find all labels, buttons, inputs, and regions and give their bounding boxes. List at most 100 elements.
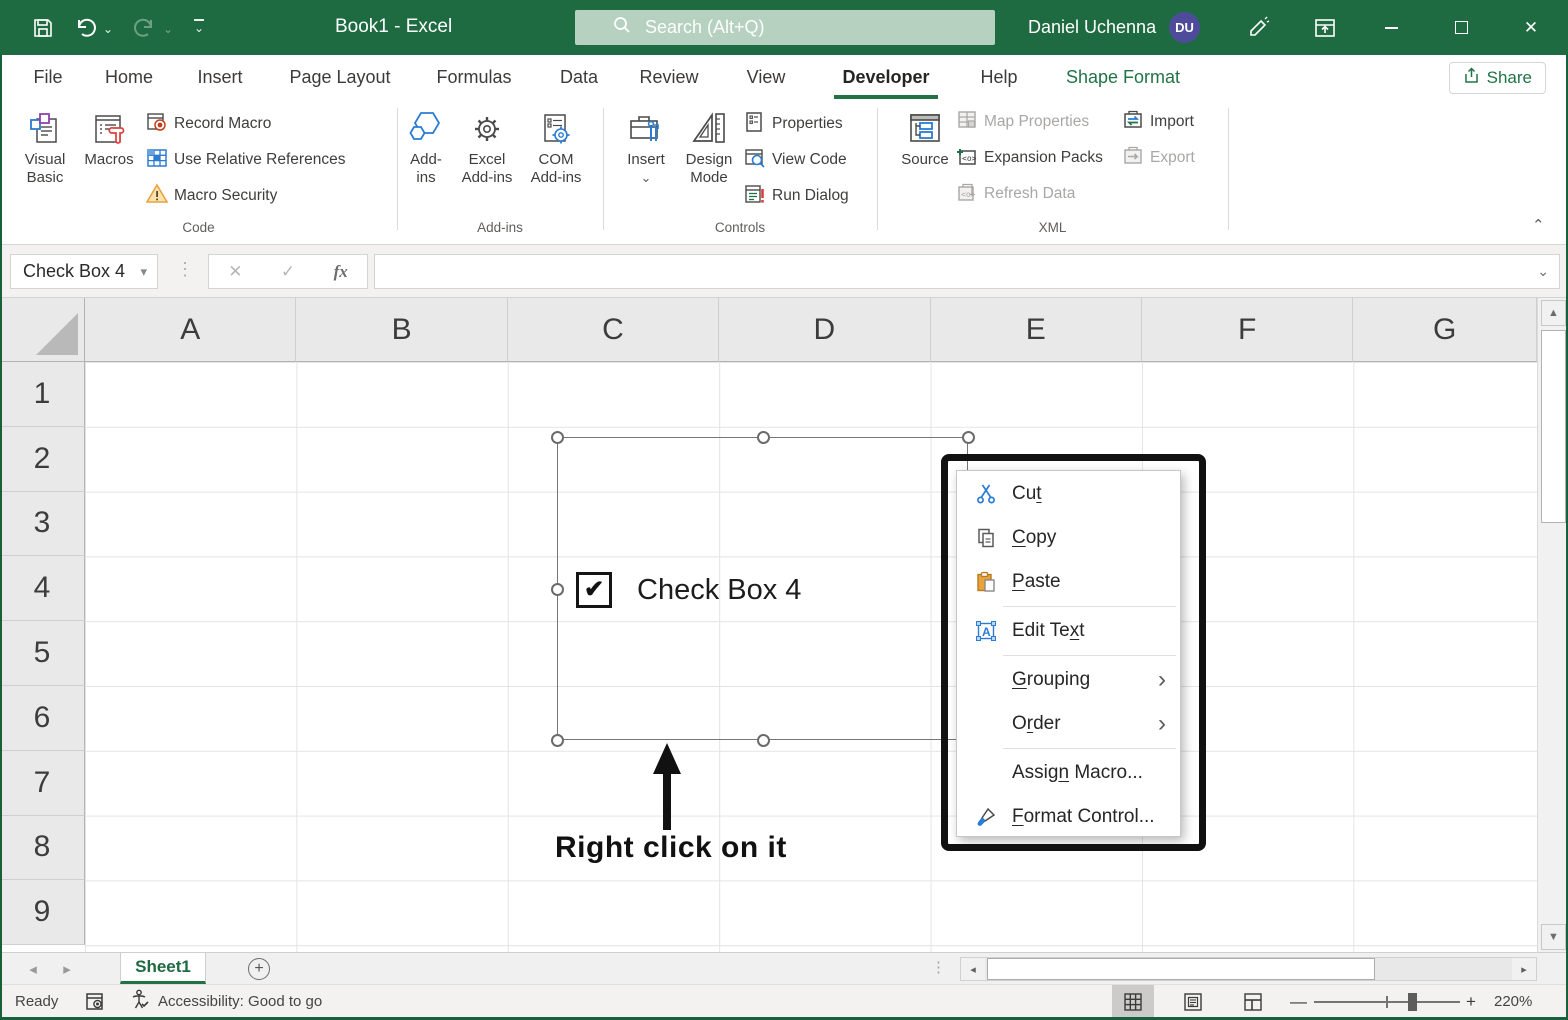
redo-dropdown-icon[interactable]: ⌄: [163, 22, 173, 36]
menu-item-order[interactable]: Order ›: [957, 702, 1180, 746]
row-header-7[interactable]: 7: [0, 750, 85, 816]
scroll-right-icon[interactable]: ▸: [1512, 958, 1536, 980]
selection-handle-bottom-middle[interactable]: [756, 733, 770, 747]
tab-view[interactable]: View: [738, 55, 794, 100]
selection-handle-top-left[interactable]: [550, 430, 564, 444]
selection-handle-bottom-left[interactable]: [550, 733, 564, 747]
zoom-level[interactable]: 220%: [1494, 985, 1532, 1018]
tab-bar-grip-icon[interactable]: ⋮: [931, 958, 946, 976]
column-header-d[interactable]: D: [719, 298, 931, 362]
menu-item-cut[interactable]: Cut: [957, 472, 1180, 516]
column-header-b[interactable]: B: [296, 298, 508, 362]
zoom-out-icon[interactable]: —: [1290, 985, 1307, 1018]
menu-item-copy[interactable]: Copy: [957, 516, 1180, 560]
horizontal-scrollbar[interactable]: ◂ ▸: [960, 957, 1537, 981]
selection-handle-top-right[interactable]: [961, 430, 975, 444]
tab-developer[interactable]: Developer: [828, 55, 944, 100]
zoom-slider-thumb[interactable]: [1408, 993, 1417, 1011]
coming-soon-icon[interactable]: [1243, 13, 1273, 43]
macro-recording-icon[interactable]: [85, 985, 106, 1018]
view-code-button[interactable]: View Code: [744, 144, 847, 176]
row-header-6[interactable]: 6: [0, 685, 85, 751]
scroll-left-icon[interactable]: ◂: [961, 958, 985, 980]
checkbox-label[interactable]: Check Box 4: [637, 574, 801, 607]
column-header-a[interactable]: A: [85, 298, 297, 362]
properties-button[interactable]: Properties: [744, 108, 843, 140]
accessibility-status[interactable]: Accessibility: Good to go: [130, 985, 322, 1018]
macro-security-button[interactable]: Macro Security: [145, 180, 277, 212]
column-header-f[interactable]: F: [1141, 298, 1354, 362]
row-header-2[interactable]: 2: [0, 426, 85, 492]
menu-item-paste[interactable]: Paste: [957, 560, 1180, 604]
tab-shape-format[interactable]: Shape Format: [1058, 55, 1188, 100]
use-relative-references-button[interactable]: Use Relative References: [146, 144, 345, 176]
save-icon[interactable]: [28, 13, 58, 43]
undo-dropdown-icon[interactable]: ⌄: [103, 22, 113, 36]
vertical-scrollbar-thumb[interactable]: [1541, 330, 1566, 523]
sheet-nav-left-icon[interactable]: ◂: [18, 953, 48, 985]
minimize-button[interactable]: [1368, 0, 1414, 55]
search-input[interactable]: Search (Alt+Q): [575, 10, 995, 45]
formula-bar-grip-icon[interactable]: ⋮: [176, 259, 194, 280]
tab-file[interactable]: File: [17, 55, 79, 100]
cancel-icon[interactable]: ✕: [228, 262, 242, 282]
select-all-corner[interactable]: [0, 298, 85, 362]
share-button[interactable]: Share: [1448, 62, 1546, 94]
ribbon-display-options-icon[interactable]: [1310, 13, 1340, 43]
sheet-tab-sheet1[interactable]: Sheet1: [120, 953, 206, 984]
page-break-preview-button[interactable]: [1232, 985, 1274, 1018]
import-button[interactable]: Import: [1122, 106, 1194, 138]
menu-item-assign-macro[interactable]: Assign Macro...: [957, 751, 1180, 795]
collapse-ribbon-icon[interactable]: ⌃: [1532, 216, 1545, 234]
row-header-4[interactable]: 4: [0, 556, 85, 622]
source-button[interactable]: Source: [895, 105, 955, 215]
page-layout-view-button[interactable]: [1172, 985, 1214, 1018]
horizontal-scrollbar-thumb[interactable]: [987, 958, 1375, 980]
selection-handle-top-middle[interactable]: [756, 430, 770, 444]
row-header-8[interactable]: 8: [0, 815, 85, 881]
column-header-e[interactable]: E: [930, 298, 1142, 362]
menu-item-format-control[interactable]: Format Control...: [957, 795, 1180, 839]
design-mode-button[interactable]: Design Mode: [678, 105, 740, 215]
insert-control-button[interactable]: Insert ⌄: [618, 105, 674, 215]
avatar[interactable]: DU: [1169, 12, 1200, 43]
scroll-up-icon[interactable]: ▲: [1541, 300, 1566, 326]
checkbox-control[interactable]: ✔: [576, 572, 612, 608]
expand-formula-bar-icon[interactable]: ⌄: [1537, 263, 1559, 280]
record-macro-button[interactable]: Record Macro: [146, 108, 271, 140]
column-header-g[interactable]: G: [1353, 298, 1537, 362]
excel-add-ins-button[interactable]: Excel Add-ins: [455, 105, 519, 215]
vertical-scrollbar[interactable]: ▲ ▼: [1537, 298, 1568, 952]
sheet-nav-right-icon[interactable]: ▸: [52, 953, 82, 985]
name-box[interactable]: Check Box 4 ▾: [10, 254, 158, 289]
tab-data[interactable]: Data: [552, 55, 606, 100]
column-header-c[interactable]: C: [507, 298, 720, 362]
tab-help[interactable]: Help: [972, 55, 1026, 100]
enter-icon[interactable]: ✓: [281, 262, 295, 282]
row-header-9[interactable]: 9: [0, 880, 85, 946]
selection-handle-middle-left[interactable]: [550, 582, 564, 596]
name-box-dropdown-icon[interactable]: ▾: [140, 264, 157, 280]
macros-button[interactable]: Macros: [80, 105, 138, 215]
visual-basic-button[interactable]: Visual Basic: [14, 105, 76, 215]
add-sheet-icon[interactable]: +: [248, 958, 270, 980]
undo-icon[interactable]: [70, 13, 100, 43]
formula-input[interactable]: ⌄: [374, 254, 1560, 289]
run-dialog-button[interactable]: Run Dialog: [744, 180, 849, 212]
menu-item-grouping[interactable]: Grouping ›: [957, 658, 1180, 702]
normal-view-button[interactable]: [1112, 985, 1154, 1018]
row-header-5[interactable]: 5: [0, 621, 85, 686]
redo-icon[interactable]: [130, 13, 160, 43]
row-header-3[interactable]: 3: [0, 491, 85, 557]
add-ins-button[interactable]: Add-ins: [400, 105, 452, 215]
tab-insert[interactable]: Insert: [188, 55, 252, 100]
close-button[interactable]: ✕: [1508, 0, 1554, 55]
insert-function-icon[interactable]: fx: [334, 262, 348, 282]
tab-page-layout[interactable]: Page Layout: [280, 55, 400, 100]
tab-review[interactable]: Review: [632, 55, 706, 100]
maximize-button[interactable]: [1438, 0, 1484, 55]
menu-item-edit-text[interactable]: A Edit Text: [957, 609, 1180, 653]
tab-home[interactable]: Home: [95, 55, 163, 100]
account-name[interactable]: Daniel Uchenna: [1028, 17, 1156, 38]
tab-formulas[interactable]: Formulas: [428, 55, 520, 100]
